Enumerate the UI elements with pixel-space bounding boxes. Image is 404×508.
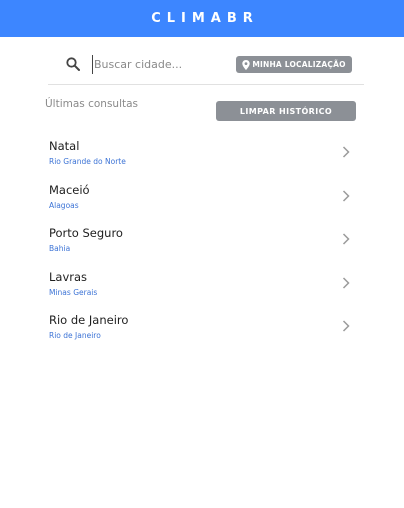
map-pin-icon	[242, 59, 251, 70]
city-name: Lavras	[49, 269, 88, 284]
city-state: Rio Grande do Norte	[49, 157, 126, 166]
app-title: CLIMABR	[151, 11, 259, 26]
history-item-lavras[interactable]: Lavras Minas Gerais	[0, 264, 404, 308]
history-item-natal[interactable]: Natal Rio Grande do Norte	[0, 133, 404, 177]
history-item-rio-de-janeiro[interactable]: Rio de Janeiro Rio de Janeiro	[0, 307, 404, 351]
chevron-right-icon	[342, 189, 350, 202]
city-state: Bahia	[49, 244, 71, 253]
chevron-right-icon	[342, 146, 350, 158]
history-list: Natal Rio Grande do Norte Maceió Alagoas…	[0, 133, 404, 351]
search-bar: MINHA LOCALIZAÇÃO	[48, 49, 364, 85]
search-input[interactable]	[92, 55, 232, 74]
clear-history-button[interactable]: LIMPAR HISTÓRICO	[216, 101, 356, 121]
chevron-right-icon	[342, 276, 350, 289]
city-name: Rio de Janeiro	[49, 313, 129, 327]
my-location-label: MINHA LOCALIZAÇÃO	[252, 60, 346, 69]
my-location-button[interactable]: MINHA LOCALIZAÇÃO	[236, 56, 352, 73]
chevron-right-icon	[342, 320, 350, 332]
app-header: CLIMABR	[0, 0, 404, 37]
city-state: Alagoas	[49, 200, 79, 210]
city-state: Minas Gerais	[49, 287, 98, 297]
history-item-maceio[interactable]: Maceió Alagoas	[0, 177, 404, 221]
city-name: Porto Seguro	[49, 226, 123, 240]
search-icon	[66, 57, 80, 71]
history-item-porto-seguro[interactable]: Porto Seguro Bahia	[0, 220, 404, 264]
city-name: Natal	[49, 139, 80, 153]
city-name: Maceió	[49, 182, 90, 197]
chevron-right-icon	[342, 233, 350, 245]
history-heading: Últimas consultas	[45, 98, 139, 110]
city-state: Rio de Janeiro	[49, 331, 101, 340]
